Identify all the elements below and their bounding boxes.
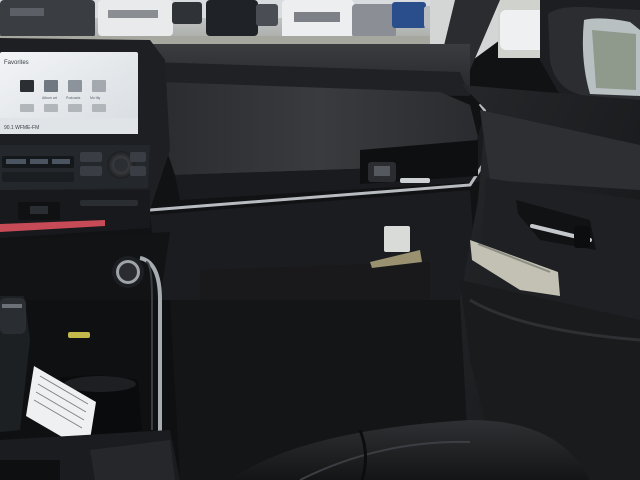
- dashboard-panel: [160, 82, 490, 200]
- favorite-tile-2[interactable]: Podcasts: [66, 80, 82, 100]
- favorite-tile-1[interactable]: Album art: [42, 80, 58, 100]
- favorite-tile-label: Album art: [42, 96, 57, 100]
- climate-button[interactable]: [130, 152, 146, 162]
- car-interior-photo: Favorites Album art Podcasts Mo·lity 90.…: [0, 0, 640, 480]
- climate-panel: [0, 145, 150, 190]
- favorite-tile-label: Podcasts: [66, 96, 81, 100]
- hazard-button-icon[interactable]: [30, 206, 48, 214]
- radio-station-readout: 90.1 WFME-FM: [4, 125, 39, 131]
- favorites-header: Favorites: [4, 60, 29, 66]
- climate-button[interactable]: [80, 152, 102, 162]
- start-button-icon[interactable]: [112, 256, 144, 288]
- favorite-tile-label: Mo·lity: [90, 96, 101, 100]
- climate-button[interactable]: [130, 166, 146, 176]
- climate-button[interactable]: [80, 166, 102, 176]
- favorite-tile-0[interactable]: [20, 80, 34, 92]
